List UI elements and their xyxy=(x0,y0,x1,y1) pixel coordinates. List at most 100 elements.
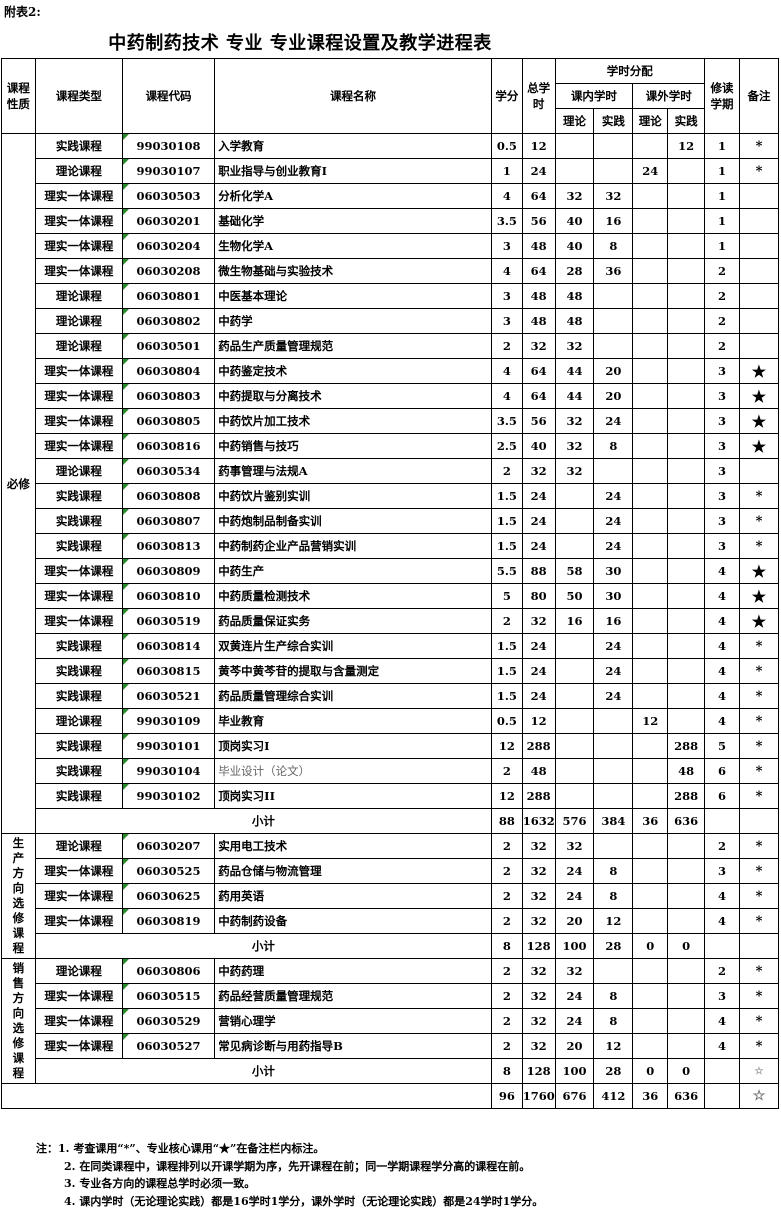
credit: 3 xyxy=(490,283,523,309)
total-hours: 32 xyxy=(521,1008,556,1034)
course-name: 常见病诊断与用药指导B xyxy=(214,1033,492,1059)
star-outline-icon: ☆ xyxy=(738,1083,780,1109)
remark: * xyxy=(738,1033,780,1059)
total-label xyxy=(1,1083,492,1109)
remark: * xyxy=(738,983,780,1009)
credit: 4 xyxy=(490,183,523,209)
course-type: 实践课程 xyxy=(34,508,123,534)
credit: 3.5 xyxy=(490,408,523,434)
subtotal-row: 小计 88 1632 576 384 36 636 xyxy=(2,808,780,834)
course-name: 药品质量保证实务 xyxy=(214,608,492,634)
inclass-theory: 48 xyxy=(554,308,595,334)
inclass-practice xyxy=(593,708,634,734)
course-code: 06030501 xyxy=(121,333,216,359)
subtotal-value: 8 xyxy=(490,933,523,959)
inclass-practice: 24 xyxy=(593,408,634,434)
outclass-practice xyxy=(667,258,706,284)
inclass-theory xyxy=(554,533,595,559)
total-hours: 24 xyxy=(521,508,556,534)
table-row: 理实一体课程 06030805 中药饮片加工技术 3.5 56 32 24 3 ★ xyxy=(2,408,780,434)
total-hours: 32 xyxy=(521,858,556,884)
outclass-practice xyxy=(667,608,706,634)
total-hours: 56 xyxy=(521,208,556,234)
table-row: 理实一体课程 06030208 微生物基础与实验技术 4 64 28 36 2 xyxy=(2,258,780,284)
total-hours: 32 xyxy=(521,833,556,859)
course-name: 微生物基础与实验技术 xyxy=(214,258,492,284)
course-table: 课程性质 课程类型 课程代码 课程名称 学分 总学时 学时分配 修读学期 备注 … xyxy=(1,58,780,1109)
inclass-theory xyxy=(554,133,595,159)
table-row: 理实一体课程 06030519 药品质量保证实务 2 32 16 16 4 ★ xyxy=(2,608,780,634)
inclass-theory: 32 xyxy=(554,458,595,484)
course-type: 理论课程 xyxy=(34,833,123,859)
total-hours: 32 xyxy=(521,983,556,1009)
inclass-theory xyxy=(554,483,595,509)
credit: 3 xyxy=(490,308,523,334)
inclass-practice xyxy=(593,783,634,809)
annex-label: 附表2: xyxy=(4,5,41,19)
total-hours: 88 xyxy=(521,558,556,584)
semester: 4 xyxy=(704,683,740,709)
inclass-practice xyxy=(593,333,634,359)
outclass-theory xyxy=(632,308,669,334)
semester: 3 xyxy=(704,383,740,409)
inclass-theory: 16 xyxy=(554,608,595,634)
semester: 4 xyxy=(704,1008,740,1034)
course-code: 06030529 xyxy=(121,1008,216,1034)
inclass-theory: 44 xyxy=(554,358,595,384)
course-name: 中药饮片加工技术 xyxy=(214,408,492,434)
header-remark: 备注 xyxy=(738,58,780,134)
semester: 4 xyxy=(704,708,740,734)
total-value: 1760 xyxy=(521,1083,556,1109)
credit: 2 xyxy=(490,1008,523,1034)
inclass-practice: 36 xyxy=(593,258,634,284)
course-type: 理实一体课程 xyxy=(34,358,123,384)
outclass-theory xyxy=(632,208,669,234)
course-type: 实践课程 xyxy=(34,133,123,159)
inclass-theory: 24 xyxy=(554,983,595,1009)
credit: 4 xyxy=(490,358,523,384)
inclass-practice: 12 xyxy=(593,1033,634,1059)
semester: 2 xyxy=(704,833,740,859)
inclass-theory: 20 xyxy=(554,908,595,934)
credit: 12 xyxy=(490,783,523,809)
course-code: 06030803 xyxy=(121,383,216,409)
inclass-practice: 24 xyxy=(593,533,634,559)
course-code: 99030107 xyxy=(121,158,216,184)
course-code: 06030525 xyxy=(121,858,216,884)
remark: * xyxy=(738,683,780,709)
total-hours: 24 xyxy=(521,483,556,509)
course-type: 理实一体课程 xyxy=(34,858,123,884)
outclass-theory xyxy=(632,958,669,984)
total-value: 636 xyxy=(667,1083,706,1109)
inclass-theory xyxy=(554,658,595,684)
semester: 1 xyxy=(704,183,740,209)
outclass-theory xyxy=(632,458,669,484)
course-name: 入学教育 xyxy=(214,133,492,159)
inclass-theory xyxy=(554,708,595,734)
remark: * xyxy=(738,158,780,184)
outclass-practice xyxy=(667,833,706,859)
table-row: 理实一体课程 06030503 分析化学A 4 64 32 32 1 xyxy=(2,183,780,209)
credit: 2 xyxy=(490,333,523,359)
semester: 4 xyxy=(704,883,740,909)
outclass-theory: 12 xyxy=(632,708,669,734)
course-type: 实践课程 xyxy=(34,483,123,509)
header-theory: 理论 xyxy=(554,108,595,134)
header-practice: 实践 xyxy=(593,108,634,134)
credit: 2 xyxy=(490,458,523,484)
remark: * xyxy=(738,958,780,984)
course-code: 06030204 xyxy=(121,233,216,259)
outclass-practice xyxy=(667,308,706,334)
inclass-practice: 8 xyxy=(593,1008,634,1034)
credit: 2 xyxy=(490,608,523,634)
credit: 2 xyxy=(490,983,523,1009)
outclass-theory xyxy=(632,633,669,659)
star-outline-icon: ☆ xyxy=(738,1058,780,1084)
inclass-theory: 20 xyxy=(554,1033,595,1059)
inclass-theory: 28 xyxy=(554,258,595,284)
outclass-practice xyxy=(667,208,706,234)
total-value: 36 xyxy=(632,1083,669,1109)
subtotal-value: 636 xyxy=(667,808,706,834)
total-hours: 64 xyxy=(521,383,556,409)
remark xyxy=(738,183,780,209)
